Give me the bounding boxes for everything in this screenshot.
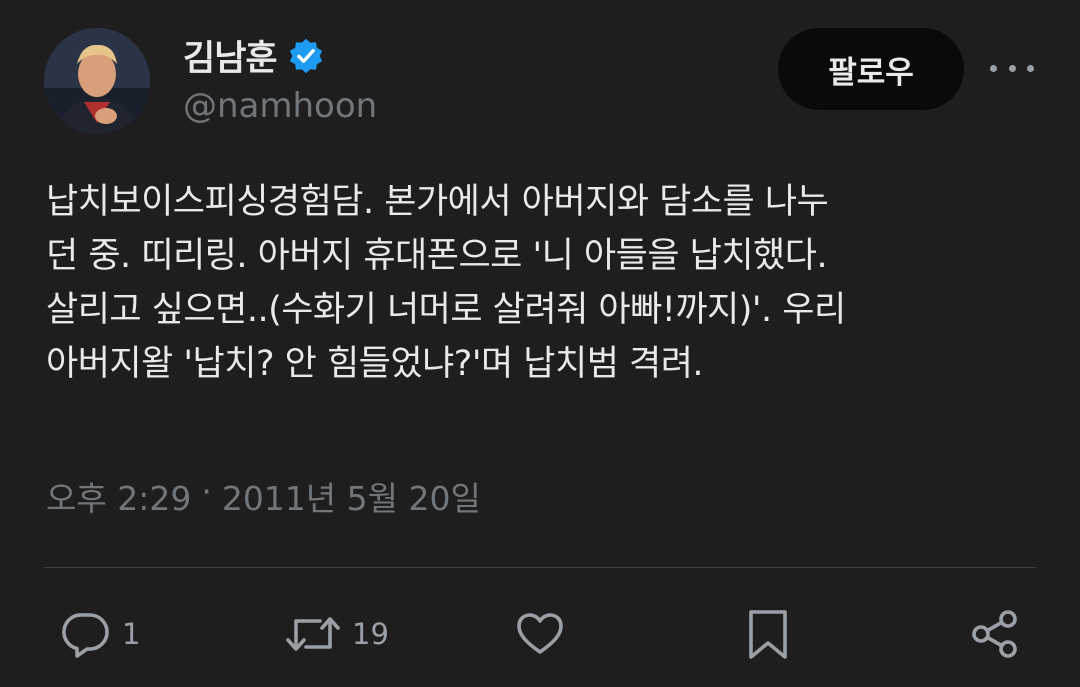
divider [44, 567, 1036, 568]
share-button[interactable] [968, 600, 1022, 668]
more-dot [1027, 64, 1034, 72]
more-options-icon[interactable] [990, 50, 1034, 86]
tweet-date: 2011년 5월 20일 [221, 479, 481, 518]
profile-photo [44, 28, 150, 134]
retweet-button[interactable]: 19 [284, 600, 389, 668]
display-name[interactable]: 김남훈 [183, 30, 278, 81]
more-dot [990, 64, 997, 72]
user-handle[interactable]: @namhoon [183, 86, 377, 126]
user-name-row: 김남훈 [183, 30, 325, 81]
retweet-icon [286, 617, 340, 651]
share-icon [972, 610, 1017, 658]
tweet-actions: 1 19 [0, 600, 1080, 668]
tweet-time: 오후 2:29 [46, 479, 192, 518]
verified-badge-icon [289, 38, 322, 73]
tweet-text: 납치보이스피싱경험담. 본가에서 아버지와 담소를 나누 던 중. 띠리링. 아… [46, 182, 846, 384]
avatar[interactable] [44, 28, 150, 134]
bookmark-button[interactable] [744, 600, 792, 668]
heart-icon [517, 613, 563, 654]
reply-button[interactable]: 1 [60, 600, 140, 668]
reply-count: 1 [122, 617, 141, 651]
retweet-count: 19 [352, 617, 389, 651]
tweet-timestamp[interactable]: 오후 2:29 · 2011년 5월 20일 [46, 472, 481, 520]
reply-icon [62, 613, 109, 658]
bookmark-icon [749, 610, 787, 659]
meta-separator: · [201, 472, 212, 511]
follow-button[interactable]: 팔로우 [778, 28, 964, 110]
more-dot [1008, 64, 1016, 72]
like-button[interactable] [514, 600, 566, 668]
